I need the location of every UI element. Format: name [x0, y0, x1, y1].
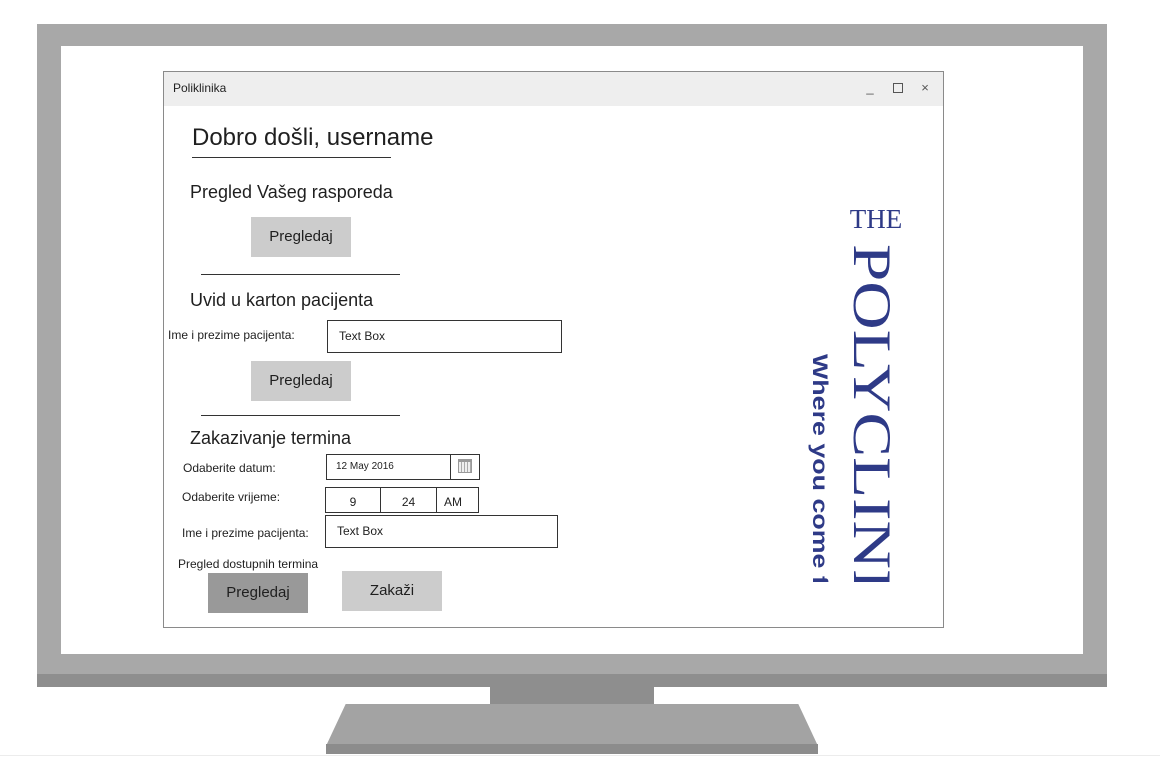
booking-patient-name-input[interactable]: Text Box — [325, 515, 558, 548]
date-label: Odaberite datum: — [183, 461, 276, 475]
time-hour-field[interactable]: 9 — [326, 488, 381, 512]
app-window: Poliklinika _ × Dobro došli, username Pr… — [163, 71, 944, 636]
booking-patient-name-label: Ime i prezime pacijenta: — [182, 526, 309, 540]
section-divider — [201, 274, 400, 275]
monitor-chin — [37, 674, 1107, 687]
date-value: 12 May 2016 — [336, 461, 394, 472]
available-slots-label: Pregled dostupnih termina — [178, 557, 319, 571]
polyclinic-logo: THE POLYCLINIC Where you come first. — [804, 132, 914, 636]
view-available-slots-button[interactable]: Pregledaj — [208, 573, 308, 613]
date-picker-separator — [450, 455, 451, 479]
schedule-heading: Pregled Vašeg rasporeda — [190, 182, 393, 202]
title-underline — [192, 157, 391, 158]
close-icon[interactable]: × — [917, 80, 933, 96]
book-appointment-button[interactable]: Zakaži — [342, 571, 442, 611]
title-bar[interactable]: Poliklinika _ × — [164, 72, 943, 106]
time-label: Odaberite vrijeme: — [182, 490, 281, 504]
window-title: Poliklinika — [173, 81, 227, 95]
logo-polyclinic: POLYCLINIC — [842, 244, 902, 582]
patient-chart-heading: Uvid u karton pacijenta — [190, 290, 374, 310]
minimize-icon[interactable]: _ — [862, 80, 878, 96]
floor-line — [0, 755, 1160, 756]
time-ampm-field[interactable]: AM — [437, 488, 478, 512]
view-patient-chart-button[interactable]: Pregledaj — [251, 361, 351, 401]
calendar-icon[interactable] — [458, 459, 472, 473]
time-picker: 9 24 AM — [325, 487, 479, 513]
page-title: Dobro došli, username — [192, 124, 434, 151]
appointment-heading: Zakazivanje termina — [190, 428, 352, 448]
view-schedule-button[interactable]: Pregledaj — [251, 217, 351, 257]
patient-name-label: Ime i prezime pacijenta: — [168, 328, 295, 342]
monitor-base-edge — [326, 744, 818, 754]
monitor-base — [326, 704, 818, 746]
date-picker[interactable]: 12 May 2016 — [326, 454, 480, 480]
section-divider — [201, 415, 400, 416]
logo-the: THE — [850, 204, 902, 234]
patient-name-input[interactable]: Text Box — [327, 320, 562, 353]
maximize-icon[interactable] — [890, 80, 906, 96]
logo-tagline: Where you come first. — [808, 354, 831, 582]
time-minute-field[interactable]: 24 — [381, 488, 437, 512]
